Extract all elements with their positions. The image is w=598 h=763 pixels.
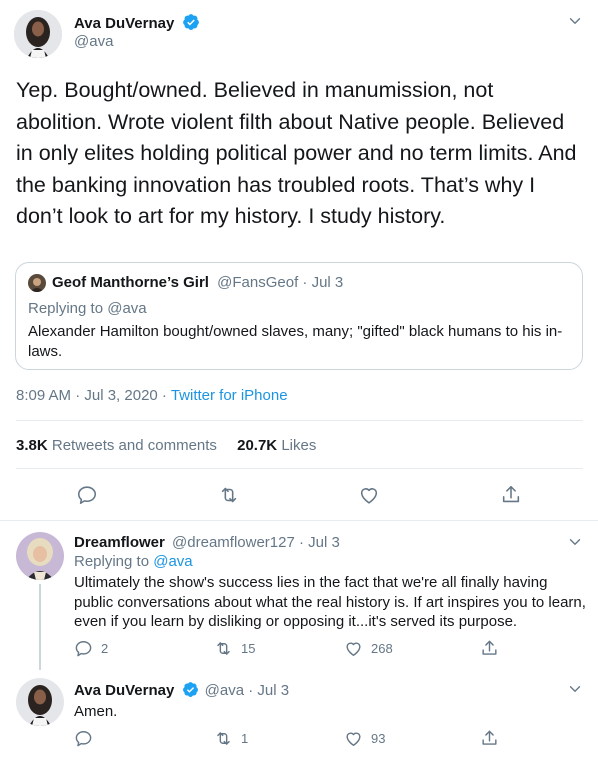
likes-label: Likes [281, 437, 317, 454]
replying-handle[interactable]: @ava [153, 553, 192, 570]
quoted-replying-label: Replying to [28, 300, 104, 317]
reply-button[interactable]: 2 [74, 639, 108, 658]
reply-author-name[interactable]: Dreamflower [74, 534, 165, 551]
share-button[interactable] [480, 729, 499, 748]
quoted-avatar [28, 274, 46, 292]
chevron-down-icon[interactable] [566, 533, 584, 556]
quoted-text: Alexander Hamilton bought/owned slaves, … [28, 323, 563, 360]
share-button[interactable] [480, 639, 499, 658]
retweet-icon [217, 642, 230, 655]
reply-button[interactable] [76, 484, 98, 511]
share-button[interactable] [500, 484, 522, 511]
reply-text: Ultimately the show's success lies in th… [74, 574, 586, 630]
chevron-down-icon[interactable] [566, 12, 584, 35]
tweet-text: Yep. Bought/owned. Believed in manumissi… [16, 78, 577, 228]
like-button[interactable]: 93 [344, 729, 385, 748]
author-handle[interactable]: @ava [74, 33, 113, 50]
retweet-count: 1 [241, 731, 249, 746]
reply-author-handle[interactable]: @dreamflower127 [172, 534, 295, 551]
thread-line [39, 584, 41, 670]
quoted-author-handle: @FansGeof [217, 274, 299, 291]
quoted-author-name: Geof Manthorne’s Girl [52, 274, 209, 291]
author-name[interactable]: Ava DuVernay [74, 15, 174, 32]
retweets-count: 3.8K [16, 437, 48, 454]
reply-author-name[interactable]: Ava DuVernay [74, 682, 174, 699]
reply-date[interactable]: · Jul 3 [248, 682, 289, 699]
retweet-button[interactable]: 1 [214, 729, 248, 748]
reply-text: Amen. [74, 703, 118, 720]
replying-label: Replying to [74, 553, 150, 570]
retweet-icon [217, 732, 230, 745]
avatar[interactable] [16, 678, 64, 726]
share-icon [482, 640, 497, 655]
tweet-source[interactable]: Twitter for iPhone [171, 387, 288, 404]
likes-stat[interactable]: 20.7K Likes [237, 437, 316, 454]
retweet-count: 15 [241, 641, 256, 656]
like-count: 268 [371, 641, 393, 656]
quoted-date: · Jul 3 [302, 274, 344, 291]
reply-icon [75, 731, 92, 747]
chevron-down-icon[interactable] [566, 680, 584, 703]
like-count: 93 [371, 731, 386, 746]
retweet-button[interactable]: 15 [214, 639, 255, 658]
retweet-button[interactable] [218, 484, 240, 511]
reply-icon [77, 486, 97, 505]
verified-badge-icon [182, 13, 200, 36]
retweets-stat[interactable]: 3.8K Retweets and comments [16, 437, 221, 454]
like-icon [346, 642, 361, 656]
reply-count: 2 [101, 641, 109, 656]
reply-icon [75, 641, 92, 657]
like-icon [360, 488, 378, 504]
share-icon [502, 485, 520, 503]
likes-count: 20.7K [237, 437, 278, 454]
like-button[interactable]: 268 [344, 639, 393, 658]
reply-author-handle[interactable]: @ava [205, 682, 244, 699]
reply-date[interactable]: · Jul 3 [299, 534, 340, 551]
retweet-icon [221, 487, 237, 503]
share-icon [482, 730, 497, 745]
quoted-replying-handle: @ava [107, 300, 147, 317]
reply-button[interactable] [74, 729, 101, 748]
verified-badge-icon [182, 681, 199, 703]
like-icon [346, 732, 361, 746]
avatar[interactable] [16, 532, 64, 580]
tweet-timestamp[interactable]: 8:09 AM · Jul 3, 2020 · [16, 387, 167, 404]
avatar[interactable] [14, 10, 62, 58]
like-button[interactable] [358, 484, 380, 511]
retweets-label: Retweets and comments [51, 437, 217, 454]
